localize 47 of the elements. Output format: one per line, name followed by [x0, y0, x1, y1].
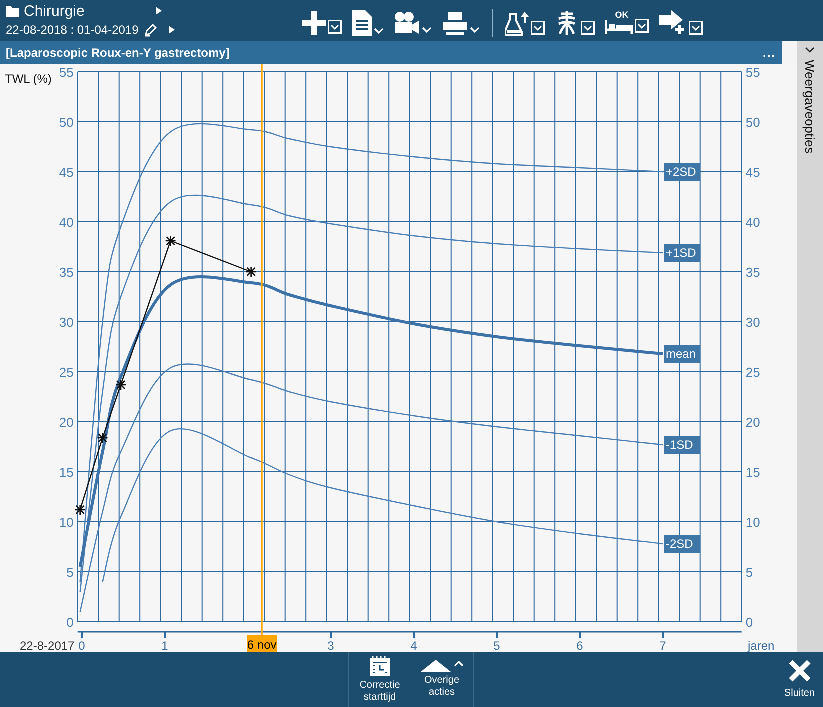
y-tick-label: 25 — [59, 365, 74, 380]
y-tick-label: 50 — [59, 115, 74, 130]
curve-label: -1SD — [664, 436, 700, 454]
y-tick-label: 10 — [746, 515, 760, 530]
x-tick-label: 6 — [576, 639, 584, 652]
x-tick-label: 4 — [410, 639, 418, 652]
series-label: mean — [666, 347, 696, 361]
panel-title: [Laparoscopic Roux-en-Y gastrectomy] — [6, 46, 230, 60]
curve-label: -2SD — [664, 535, 700, 553]
y-tick-label: 0 — [746, 615, 754, 630]
y-tick-label: 40 — [746, 215, 760, 230]
x-tick-label: 7 — [660, 639, 666, 652]
curve-label: +1SD — [664, 244, 700, 262]
y-tick-label: 10 — [59, 515, 74, 530]
curve-label: +2SD — [664, 163, 700, 181]
ok-label: OK — [615, 11, 629, 20]
x-tick-label: 0 — [78, 639, 86, 652]
y-tick-label: 5 — [66, 565, 74, 580]
y-tick-label: 0 — [66, 615, 74, 630]
x-tick-label: 3 — [328, 639, 334, 652]
y-tick-label: 20 — [59, 415, 74, 430]
current-date-marker: 6 nov — [247, 635, 278, 652]
x-tick-label: 6 nov — [247, 638, 277, 652]
start-date-label: 22-8-2017 — [20, 639, 75, 652]
y-tick-label: 20 — [746, 415, 760, 430]
y-tick-label: 55 — [59, 65, 74, 80]
y-tick-label: 40 — [59, 215, 74, 230]
series-label: +1SD — [666, 246, 697, 260]
x-tick-label: 1 — [162, 639, 168, 652]
curve-label: mean — [664, 345, 700, 363]
y-tick-label: 35 — [746, 265, 760, 280]
series-label: -2SD — [666, 537, 694, 551]
y-tick-label: 15 — [59, 465, 74, 480]
y-tick-label: 55 — [746, 65, 760, 80]
y-tick-label: 45 — [746, 165, 760, 180]
y-axis-title: TWL (%) — [5, 72, 52, 86]
x-tick-label: 5 — [494, 639, 500, 652]
y-tick-label: 25 — [746, 365, 760, 380]
y-tick-label: 30 — [59, 315, 74, 330]
y-tick-label: 15 — [746, 465, 760, 480]
y-tick-label: 35 — [59, 265, 74, 280]
y-tick-label: 30 — [746, 315, 760, 330]
series-label: -1SD — [666, 438, 694, 452]
y-tick-label: 5 — [746, 565, 754, 580]
y-tick-label: 50 — [746, 115, 760, 130]
series-label: +2SD — [666, 165, 697, 179]
y-tick-label: 45 — [59, 165, 74, 180]
